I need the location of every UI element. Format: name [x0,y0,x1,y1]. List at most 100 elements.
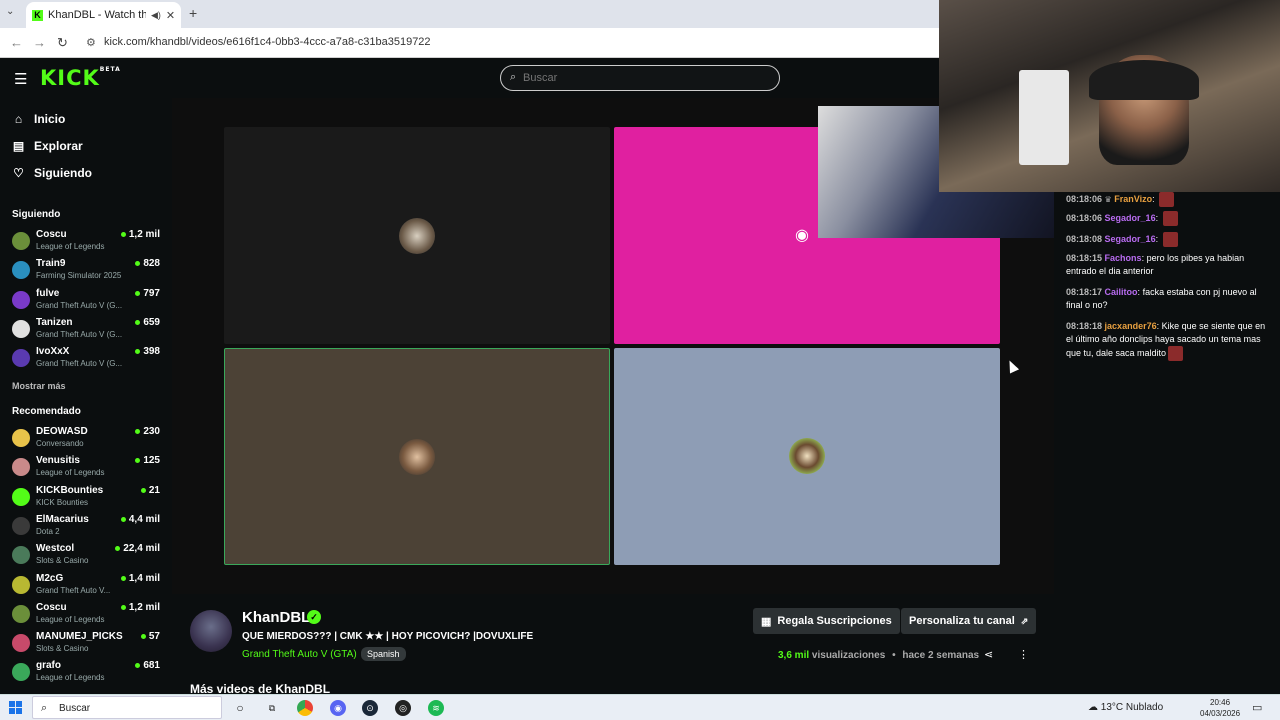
tab-list-chevron-icon[interactable]: ⌄ [6,6,14,17]
live-dot-icon [135,319,141,325]
chat-username[interactable]: jacxander76 [1105,321,1157,331]
cortana-icon[interactable]: ○ [232,700,248,716]
menu-icon[interactable]: ☰ [14,70,27,88]
more-options-icon[interactable]: ⋮ [1018,648,1029,661]
sidebar-channel[interactable]: KICKBounties KICK Bounties 21 [12,483,160,511]
weather-label: 13°C Nublado [1100,702,1164,713]
url-field[interactable]: kick.com/khandbl/videos/e616f1c4-0bb3-4c… [104,36,431,48]
sidebar-channel[interactable]: Venusitis League of Legends 125 [12,453,160,481]
back-icon[interactable]: ← [10,35,23,50]
notifications-icon[interactable]: ▭ [1252,701,1262,714]
gift-subs-button[interactable]: ▦ Regala Suscripciones [753,608,900,634]
channel-avatar [12,232,30,250]
stream-title: QUE MIERDOS??? | CMK ★★ | HOY PICOVICH? … [242,631,534,642]
taskbar-search[interactable]: ⌕ Buscar [32,696,222,719]
discord-icon: ◉ [795,227,809,244]
channel-category: Grand Theft Auto V (G... [36,329,123,339]
channel-name: IvoXxX [36,346,70,358]
sidebar-item-siguiendo[interactable]: ♡ Siguiendo [12,166,92,180]
sidebar-channel[interactable]: Coscu League of Legends 1,2 mil [12,600,160,628]
search-input[interactable] [523,69,763,87]
clock[interactable]: 20:46 04/03/2026 [1200,697,1240,719]
sidebar-item-explorar[interactable]: ▤ Explorar [12,139,83,153]
channel-name[interactable]: KhanDBL [242,609,310,626]
channel-name: ElMacarius [36,513,89,525]
channel-avatar [12,458,30,477]
close-tab-icon[interactable]: ✕ [166,9,175,22]
search-box[interactable]: ⌕ [500,65,780,91]
chat-username[interactable]: Segador_16 [1105,213,1156,223]
chat-message: 08:18:17 Cailitoo: facka estaba con pj n… [1066,287,1257,310]
viewer-count-value: 398 [143,346,160,358]
kick-logo[interactable]: KICKBETA [40,66,121,90]
chat-username[interactable]: Cailitoo [1105,287,1138,297]
search-icon: ⌕ [41,702,48,714]
sidebar-channel[interactable]: IvoXxX Grand Theft Auto V (G... 398 [12,344,160,372]
live-dot-icon [120,516,126,522]
discord-participant-tile [224,348,610,565]
chat-username[interactable]: FranVizo [1114,194,1152,204]
chrome-icon[interactable] [297,700,313,716]
sidebar-channel[interactable]: fulve Grand Theft Auto V (G... 797 [12,286,160,314]
viewer-count-value: 1,2 mil [128,601,160,613]
chat-username[interactable]: Fachons [1105,253,1142,263]
customize-channel-button[interactable]: Personaliza tu canal ⇗ [901,608,1037,634]
channel-name: MANUMEJ_PICKS [36,631,123,643]
viewer-count-value: 21 [148,484,160,496]
tab-title: KhanDBL - Watch the VOD [48,9,146,21]
discord-participant-tile [224,127,610,344]
viewer-count: 4,4 mil [120,514,160,525]
sidebar-channel[interactable]: Train9 Farming Simulator 2025 828 [12,256,160,284]
channel-avatar [12,319,30,338]
channel-avatar[interactable] [190,610,232,652]
sidebar-channel[interactable]: grafo League of Legends 681 [12,658,160,686]
clock-time: 20:46 [1210,698,1231,707]
category-link[interactable]: Grand Theft Auto V (GTA) [242,649,357,660]
sidebar-item-label: Siguiendo [34,166,92,180]
participant-avatar [399,218,435,254]
chat-username[interactable]: Segador_16 [1105,234,1156,244]
windows-start-icon[interactable] [9,701,23,715]
share-icon[interactable]: ⋖ [984,648,993,661]
channel-category: Grand Theft Auto V... [36,585,111,595]
reload-icon[interactable]: ↻ [57,35,68,51]
beta-badge: BETA [99,66,121,73]
emote-icon [1162,232,1178,247]
sidebar-channel[interactable]: Tanizen Grand Theft Auto V (G... 659 [12,315,160,343]
sidebar-channel[interactable]: ElMacarius Dota 2 4,4 mil [12,512,160,540]
channel-name: DEOWASD [36,426,88,437]
channel-category: Grand Theft Auto V (G... [36,359,123,369]
discord-taskbar-icon[interactable]: ◉ [330,700,346,716]
channel-avatar [12,546,30,565]
new-tab-icon[interactable]: + [189,5,197,21]
channel-avatar [12,516,30,535]
chat-timestamp: 08:18:17 [1066,287,1103,297]
steam-icon[interactable]: ⊙ [362,700,378,716]
sidebar-channel[interactable]: MANUMEJ_PICKS Slots & Casino 57 [12,629,160,657]
home-icon: ⌂ [14,112,23,126]
live-dot-icon [135,349,141,355]
spotify-icon[interactable]: ≋ [428,700,444,716]
verified-badge-icon: ✓ [307,610,321,624]
sidebar-channel[interactable]: Coscu League of Legends 1,2 mil [12,227,160,255]
viewer-count-value: 828 [143,258,160,270]
user-badge-icon: ♛ [1104,194,1112,204]
sidebar-channel[interactable]: DEOWASD Conversando 230 [12,424,160,452]
speaker-icon[interactable]: ◀) [151,10,161,21]
channel-name: grafo [36,660,61,672]
weather-widget[interactable]: ☁ 13°C Nublado [1088,702,1163,713]
channel-name: M2cG [36,572,64,584]
sidebar-channel[interactable]: M2cG Grand Theft Auto V... 1,4 mil [12,571,160,599]
chat-panel: 08:18:06 ♛ FranVizo: 08:18:06 Segador_16… [1054,192,1280,694]
sidebar-channel[interactable]: Westcol Slots & Casino 22,4 mil [12,541,160,569]
sidebar-item-inicio[interactable]: ⌂ Inicio [12,112,65,126]
site-info-icon[interactable]: ⚙ [86,36,96,49]
browser-tab[interactable]: K KhanDBL - Watch the VOD ◀) ✕ [26,2,181,28]
forward-icon[interactable]: → [33,35,46,50]
obs-icon[interactable]: ◎ [395,700,411,716]
task-view-icon[interactable]: ⧉ [264,700,280,716]
viewer-count: 1,4 mil [120,573,160,584]
language-tag[interactable]: Spanish [361,647,406,661]
channel-avatar [12,290,30,309]
show-more-link[interactable]: Mostrar más [12,381,66,391]
